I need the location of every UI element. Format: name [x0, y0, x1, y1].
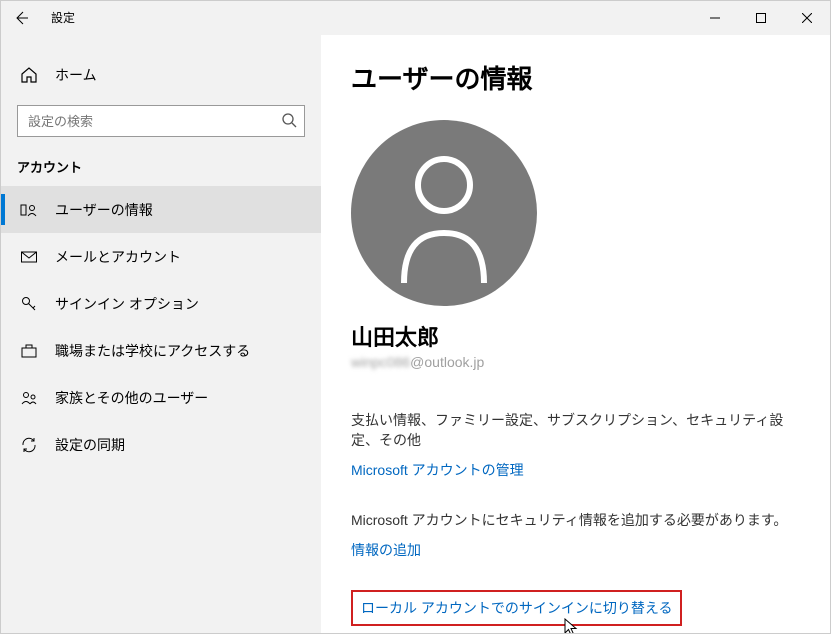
- nav-label: 設定の同期: [55, 435, 125, 455]
- person-icon: [389, 143, 499, 283]
- security-block: Microsoft アカウントにセキュリティ情報を追加する必要があります。 情報…: [351, 510, 800, 560]
- sidebar-item-sync[interactable]: 設定の同期: [1, 421, 321, 468]
- page-title: ユーザーの情報: [351, 59, 800, 96]
- home-label: ホーム: [55, 65, 97, 85]
- sidebar-item-signin-options[interactable]: サインイン オプション: [1, 280, 321, 327]
- sidebar-item-work-school[interactable]: 職場または学校にアクセスする: [1, 327, 321, 374]
- sidebar-item-family[interactable]: 家族とその他のユーザー: [1, 374, 321, 421]
- nav-label: 家族とその他のユーザー: [55, 388, 208, 408]
- account-desc: 支払い情報、ファミリー設定、サブスクリプション、セキュリティ設定、その他: [351, 410, 800, 450]
- category-label: アカウント: [1, 157, 321, 186]
- people-icon: [17, 389, 41, 407]
- sidebar-item-email-accounts[interactable]: メールとアカウント: [1, 233, 321, 280]
- search-input[interactable]: [17, 105, 305, 137]
- key-icon: [17, 295, 41, 313]
- mail-icon: [17, 248, 41, 266]
- account-block: 支払い情報、ファミリー設定、サブスクリプション、セキュリティ設定、その他 Mic…: [351, 410, 800, 480]
- window-controls: [692, 1, 830, 35]
- home-button[interactable]: ホーム: [1, 53, 321, 97]
- minimize-icon: [710, 13, 720, 23]
- maximize-icon: [756, 13, 766, 23]
- nav: ユーザーの情報 メールとアカウント サインイン オプション 職場または学校にアク…: [1, 186, 321, 468]
- content: ユーザーの情報 山田太郎 winpc086@outlook.jp 支払い情報、フ…: [321, 35, 830, 633]
- user-name: 山田太郎: [351, 320, 800, 352]
- user-icon: [17, 201, 41, 219]
- maximize-button[interactable]: [738, 1, 784, 35]
- security-desc: Microsoft アカウントにセキュリティ情報を追加する必要があります。: [351, 510, 800, 530]
- nav-label: 職場または学校にアクセスする: [55, 341, 250, 361]
- close-button[interactable]: [784, 1, 830, 35]
- sidebar-item-user-info[interactable]: ユーザーの情報: [1, 186, 321, 233]
- sidebar: ホーム アカウント ユーザーの情報 メールとアカウント サインイン オプション …: [1, 35, 321, 633]
- manage-account-link[interactable]: Microsoft アカウントの管理: [351, 460, 524, 480]
- window-title: 設定: [51, 9, 75, 26]
- user-email: winpc086@outlook.jp: [351, 354, 800, 370]
- highlight-box: ローカル アカウントでのサインインに切り替える: [351, 590, 682, 626]
- nav-label: ユーザーの情報: [55, 200, 153, 220]
- avatar: [351, 120, 537, 306]
- back-arrow-icon: [13, 10, 29, 26]
- email-suffix: @outlook.jp: [410, 354, 484, 370]
- nav-label: サインイン オプション: [55, 294, 199, 314]
- search-wrap: [17, 105, 305, 137]
- briefcase-icon: [17, 342, 41, 360]
- add-info-link[interactable]: 情報の追加: [351, 540, 421, 560]
- home-icon: [17, 66, 41, 84]
- minimize-button[interactable]: [692, 1, 738, 35]
- back-button[interactable]: [1, 1, 41, 35]
- search-icon: [281, 112, 297, 133]
- nav-label: メールとアカウント: [55, 247, 181, 267]
- titlebar: 設定: [1, 1, 830, 35]
- local-account-link[interactable]: ローカル アカウントでのサインインに切り替える: [361, 598, 672, 618]
- cursor-icon: [564, 618, 580, 633]
- close-icon: [802, 13, 812, 23]
- email-prefix: winpc086: [351, 354, 410, 370]
- main: ホーム アカウント ユーザーの情報 メールとアカウント サインイン オプション …: [1, 35, 830, 633]
- sync-icon: [17, 436, 41, 454]
